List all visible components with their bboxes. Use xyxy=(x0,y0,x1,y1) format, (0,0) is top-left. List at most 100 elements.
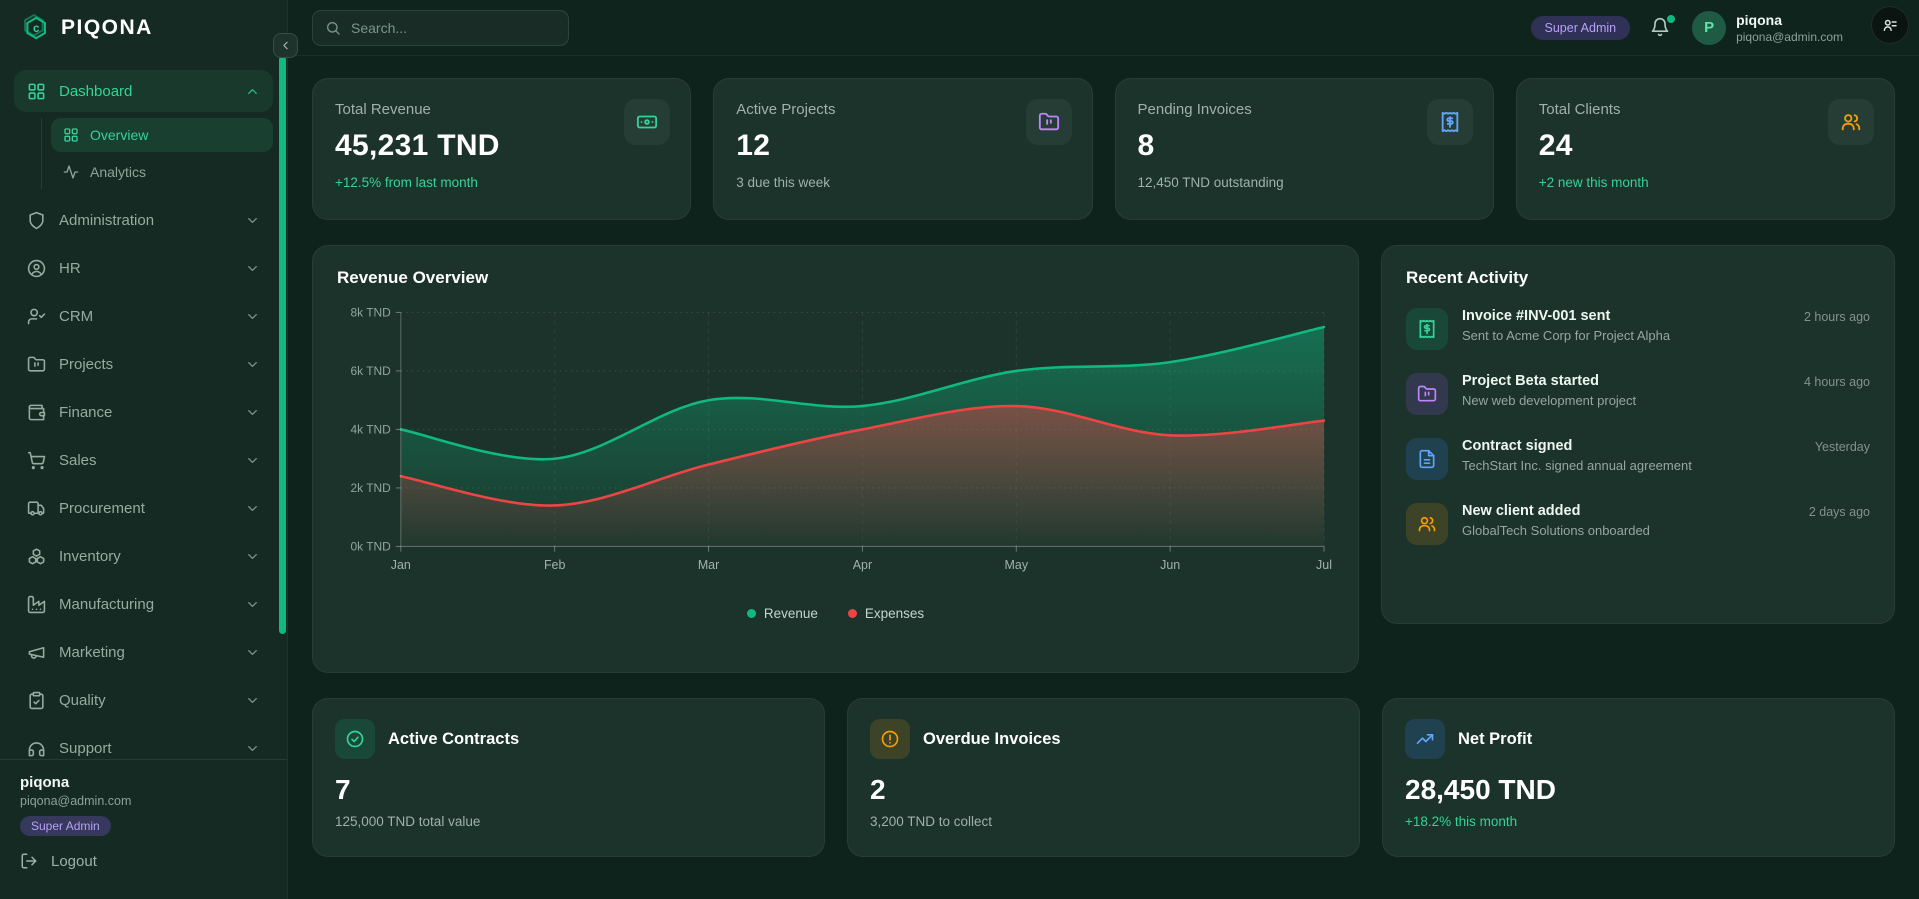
sidebar-footer: piqona piqona@admin.com Super Admin Logo… xyxy=(0,759,287,899)
trending-up-icon xyxy=(1416,734,1434,744)
sidebar-subitem-analytics[interactable]: Analytics xyxy=(51,155,273,189)
chevron-down-icon xyxy=(248,553,257,559)
user-profile[interactable]: P piqona piqona@admin.com xyxy=(1692,10,1843,45)
sidebar-role-badge: Super Admin xyxy=(20,816,111,836)
logout-label: Logout xyxy=(51,852,97,870)
sidebar-scrollbar-thumb[interactable] xyxy=(279,56,286,634)
activity-item-time: 2 hours ago xyxy=(1803,310,1870,324)
stat-subtext: 12,450 TND outstanding xyxy=(1137,175,1284,190)
stat-value: 45,231 TND xyxy=(335,129,500,162)
stat-card-total-revenue: Total Revenue 45,231 TND +12.5% from last … xyxy=(312,78,692,220)
chevron-down-icon xyxy=(248,457,257,463)
sidebar-item-dashboard[interactable]: Dashboard xyxy=(14,70,273,112)
stat-icon-box xyxy=(624,99,671,145)
brand-name: PIQONA xyxy=(61,16,153,39)
summary-card-title: Overdue Invoices xyxy=(923,729,1061,748)
revenue-overview-card: Revenue Overview 0k TND 2k TND 4k TND 6k TN… xyxy=(312,245,1359,673)
sidebar-item-sales[interactable]: Sales xyxy=(14,439,273,481)
sidebar-item-manufacturing[interactable]: Manufacturing xyxy=(14,583,273,625)
truck-icon xyxy=(27,500,45,516)
sidebar-item-quality[interactable]: Quality xyxy=(14,679,273,721)
megaphone-icon xyxy=(28,646,45,659)
chevron-down-icon xyxy=(248,217,257,223)
shield-icon xyxy=(29,211,44,229)
sidebar-item-crm[interactable]: CRM xyxy=(14,295,273,337)
stat-icon-box xyxy=(1828,99,1874,145)
sidebar-nav: Dashboard Overview Analytics Administration… xyxy=(0,56,287,759)
search-input[interactable] xyxy=(351,19,556,36)
notifications-button[interactable] xyxy=(1650,14,1676,39)
activity-icon-box xyxy=(1406,373,1448,415)
middle-row: Revenue Overview 0k TND 2k TND 4k TND 6k TN… xyxy=(312,245,1895,673)
activity-item-new-client-added: New client added GlobalTech Solutions onb… xyxy=(1406,503,1870,545)
activity-title: Recent Activity xyxy=(1406,268,1529,287)
sidebar-item-procurement[interactable]: Procurement xyxy=(14,487,273,529)
sidebar-item-hr[interactable]: HR xyxy=(14,247,273,289)
stat-subtext: 3 due this week xyxy=(736,175,831,190)
activity-item-time: 2 days ago xyxy=(1808,505,1870,519)
activity-icon-box xyxy=(1406,308,1448,350)
summary-icon-box xyxy=(1405,719,1445,759)
svg-text:0k TND: 0k TND xyxy=(351,539,391,553)
folder-icon xyxy=(1038,112,1059,131)
sidebar-item-label: Quality xyxy=(59,691,106,709)
search-box xyxy=(312,9,569,46)
activity-item-title: Invoice #INV-001 sent xyxy=(1462,308,1611,324)
sidebar-item-administration[interactable]: Administration xyxy=(14,199,273,241)
stat-card-active-projects: Active Projects 12 3 due this week xyxy=(713,78,1093,220)
activity-item-subtext: New web development project xyxy=(1462,393,1637,408)
activity-item-subtext: Sent to Acme Corp for Project Alpha xyxy=(1462,328,1671,343)
topbar-user-name: piqona xyxy=(1736,11,1782,28)
stat-value: 8 xyxy=(1137,129,1155,162)
sidebar-item-label: Inventory xyxy=(59,547,121,565)
summary-icon-box xyxy=(870,719,910,759)
sidebar-item-support[interactable]: Support xyxy=(14,727,273,759)
sidebar-item-label: Procurement xyxy=(59,499,145,517)
summary-card-value: 28,450 TND xyxy=(1405,774,1556,805)
notification-dot xyxy=(1667,14,1676,23)
hexagon-logo-icon: c xyxy=(24,14,46,40)
activity-icon xyxy=(63,165,79,179)
folder-icon xyxy=(27,356,46,372)
sidebar-item-label: Sales xyxy=(59,451,97,469)
revenue-chart: 0k TND 2k TND 4k TND 6k TND 8k TND Jan Feb Mar A… xyxy=(337,300,1334,592)
cart-icon xyxy=(27,451,46,469)
sidebar-item-label: Manufacturing xyxy=(59,595,155,613)
activity-item-title: Project Beta started xyxy=(1462,373,1599,389)
user-check-icon xyxy=(27,308,46,324)
sidebar-item-label: Administration xyxy=(59,211,155,229)
avatar: P xyxy=(1692,10,1727,45)
brand-logo: c PIQONA xyxy=(0,0,287,56)
sidebar-collapse-button[interactable] xyxy=(273,33,298,58)
sidebar-item-marketing[interactable]: Marketing xyxy=(14,631,273,673)
activity-item-subtext: TechStart Inc. signed annual agreement xyxy=(1462,458,1692,473)
bottom-cards-row: Active Contracts 7 125,000 TND total value… xyxy=(312,698,1895,857)
chevron-down-icon xyxy=(248,697,257,703)
sidebar-item-inventory[interactable]: Inventory xyxy=(14,535,273,577)
stat-subtext: +2 new this month xyxy=(1538,175,1649,190)
chevron-down-icon xyxy=(248,649,257,655)
chevron-down-icon xyxy=(248,601,257,607)
activity-item-invoice-inv-001-sent: Invoice #INV-001 sent Sent to Acme Corp f… xyxy=(1406,308,1870,350)
topbar: Super Admin P piqona piqona@admin.com xyxy=(288,0,1919,56)
summary-card-value: 2 xyxy=(870,774,886,805)
dashboard-content: Total Revenue 45,231 TND +12.5% from last … xyxy=(288,56,1919,899)
role-badge: Super Admin xyxy=(1530,15,1631,40)
users-icon xyxy=(1841,114,1861,131)
legend-dot xyxy=(746,609,756,618)
sidebar-subitem-overview[interactable]: Overview xyxy=(51,118,273,152)
activity-icon-box xyxy=(1406,438,1448,480)
svg-text:6k TND: 6k TND xyxy=(351,364,391,378)
legend-label: Expenses xyxy=(864,606,925,621)
summary-card-active-contracts: Active Contracts 7 125,000 TND total value xyxy=(312,698,825,857)
sidebar-item-finance[interactable]: Finance xyxy=(14,391,273,433)
chevron-down-icon xyxy=(248,409,257,415)
legend-label: Revenue xyxy=(763,606,818,621)
corner-user-menu-button[interactable] xyxy=(1871,6,1909,44)
svg-text:May: May xyxy=(1005,558,1029,572)
sidebar-item-projects[interactable]: Projects xyxy=(14,343,273,385)
activity-item-subtext: GlobalTech Solutions onboarded xyxy=(1462,523,1650,538)
activity-item-title: New client added xyxy=(1462,503,1581,519)
logout-button[interactable]: Logout xyxy=(20,852,267,870)
stat-card-pending-invoices: Pending Invoices 8 12,450 TND outstanding xyxy=(1114,78,1494,220)
